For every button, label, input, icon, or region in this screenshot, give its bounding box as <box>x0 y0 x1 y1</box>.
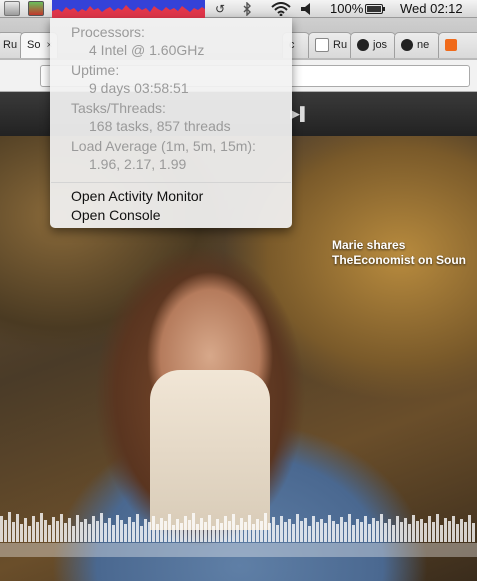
tab-label: jos <box>373 39 388 51</box>
system-stats-menu: Processors: 4 Intel @ 1.60GHz Uptime: 9 … <box>50 18 292 228</box>
track-overlay[interactable]: Marie shares TheEconomist on Soun <box>332 238 466 268</box>
tab-label: Ru <box>3 39 18 51</box>
page-icon <box>315 38 329 53</box>
github-icon <box>357 39 369 52</box>
uptime-label: Uptime: <box>71 62 120 78</box>
browser-tab[interactable]: ne <box>394 32 440 58</box>
app-status-icon[interactable] <box>4 1 20 16</box>
overlay-line-1: Marie shares <box>332 238 406 252</box>
browser-tab[interactable] <box>438 32 477 58</box>
uptime-value: 9 days 03:58:51 <box>89 80 189 96</box>
menu-separator <box>51 182 291 183</box>
wifi-icon[interactable] <box>270 0 292 18</box>
browser-tab[interactable]: jos <box>350 32 396 58</box>
bluetooth-icon[interactable] <box>240 0 254 18</box>
next-track-icon[interactable]: ▶▌ <box>290 107 309 121</box>
battery-icon[interactable] <box>365 4 385 14</box>
overlay-line-2: TheEconomist on Soun <box>332 253 466 267</box>
cpu-usage-graph[interactable] <box>52 0 205 18</box>
photo-detail <box>150 370 270 530</box>
processors-value: 4 Intel @ 1.60GHz <box>89 42 205 58</box>
soundcloud-icon <box>445 39 457 52</box>
activity-status-icon[interactable] <box>28 1 44 16</box>
processors-label: Processors: <box>71 24 145 40</box>
open-activity-monitor-item[interactable]: Open Activity Monitor <box>71 188 203 204</box>
load-average-value: 1.96, 2.17, 1.99 <box>89 156 187 172</box>
load-average-label: Load Average (1m, 5m, 15m): <box>71 138 256 154</box>
menu-bar: ↺ 100% Wed 02:12 <box>0 0 477 18</box>
cpu-graph-icon <box>52 5 205 18</box>
tasks-label: Tasks/Threads: <box>71 100 166 116</box>
battery-percentage[interactable]: 100% <box>330 0 363 18</box>
waveform[interactable] <box>0 510 477 581</box>
github-icon <box>401 39 413 52</box>
tasks-value: 168 tasks, 857 threads <box>89 118 231 134</box>
menu-clock[interactable]: Wed 02:12 <box>400 0 463 18</box>
open-console-item[interactable]: Open Console <box>71 207 161 223</box>
tab-label: Ru <box>333 39 348 51</box>
tab-label: ne <box>417 39 430 51</box>
tab-label: So <box>27 39 41 51</box>
volume-icon[interactable] <box>300 0 314 18</box>
time-machine-icon[interactable]: ↺ <box>210 0 230 18</box>
browser-tab[interactable]: Ru <box>308 32 352 58</box>
